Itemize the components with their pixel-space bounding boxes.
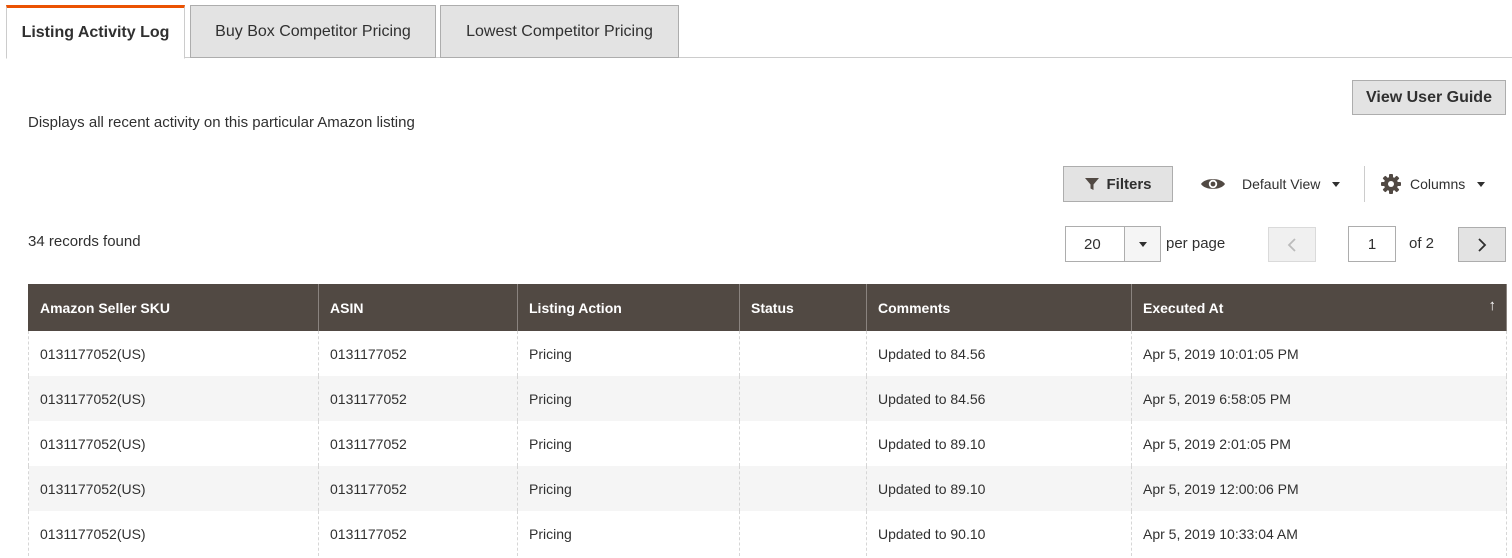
- chevron-down-icon: [1477, 181, 1486, 187]
- cell-comments: Updated to 90.10: [866, 511, 1132, 556]
- tab-bar: Listing Activity Log Buy Box Competitor …: [6, 5, 1512, 59]
- table-header-row: Amazon Seller SKU ASIN Listing Action St…: [28, 284, 1507, 331]
- table-row[interactable]: 0131177052(US) 0131177052 Pricing Update…: [28, 421, 1507, 466]
- table-row[interactable]: 0131177052(US) 0131177052 Pricing Update…: [28, 331, 1507, 376]
- columns-selector[interactable]: Columns: [1380, 166, 1486, 202]
- cell-sku: 0131177052(US): [28, 331, 319, 376]
- cell-comments: Updated to 84.56: [866, 331, 1132, 376]
- page-total: of 2: [1409, 235, 1435, 252]
- cell-executed-at: Apr 5, 2019 10:33:04 AM: [1131, 511, 1507, 556]
- per-page-select[interactable]: 20: [1065, 226, 1161, 262]
- table-row[interactable]: 0131177052(US) 0131177052 Pricing Update…: [28, 466, 1507, 511]
- cell-action: Pricing: [517, 331, 740, 376]
- cell-sku: 0131177052(US): [28, 511, 319, 556]
- cell-action: Pricing: [517, 421, 740, 466]
- column-header-listing-action[interactable]: Listing Action: [517, 284, 740, 331]
- chevron-down-icon: [1332, 181, 1341, 187]
- next-page-button[interactable]: [1458, 227, 1506, 262]
- page-description: Displays all recent activity on this par…: [28, 114, 415, 131]
- page-number-input[interactable]: [1348, 226, 1396, 262]
- cell-executed-at: Apr 5, 2019 10:01:05 PM: [1131, 331, 1507, 376]
- column-header-status[interactable]: Status: [739, 284, 867, 331]
- toolbar-divider: [1364, 166, 1365, 202]
- view-label: Default View: [1242, 176, 1321, 192]
- view-selector[interactable]: Default View: [1200, 166, 1341, 202]
- column-header-comments[interactable]: Comments: [866, 284, 1132, 331]
- cell-asin: 0131177052: [318, 511, 518, 556]
- cell-comments: Updated to 84.56: [866, 376, 1132, 421]
- cell-asin: 0131177052: [318, 331, 518, 376]
- column-header-sku[interactable]: Amazon Seller SKU: [28, 284, 319, 331]
- gear-icon: [1381, 174, 1401, 194]
- column-header-asin[interactable]: ASIN: [318, 284, 518, 331]
- columns-label: Columns: [1410, 176, 1466, 192]
- cell-status: [739, 421, 867, 466]
- cell-status: [739, 466, 867, 511]
- cell-asin: 0131177052: [318, 376, 518, 421]
- filters-button[interactable]: Filters: [1063, 166, 1173, 202]
- cell-sku: 0131177052(US): [28, 466, 319, 511]
- cell-comments: Updated to 89.10: [866, 421, 1132, 466]
- eye-icon: [1201, 179, 1225, 189]
- cell-status: [739, 511, 867, 556]
- per-page-dropdown-button[interactable]: [1124, 227, 1160, 261]
- chevron-left-icon: [1287, 237, 1296, 252]
- cell-executed-at: Apr 5, 2019 2:01:05 PM: [1131, 421, 1507, 466]
- cell-action: Pricing: [517, 376, 740, 421]
- records-count: 34 records found: [28, 233, 141, 250]
- column-header-executed-at[interactable]: Executed At ↑: [1131, 284, 1507, 331]
- tab-lowest-competitor-pricing[interactable]: Lowest Competitor Pricing: [440, 5, 679, 58]
- sort-ascending-icon[interactable]: ↑: [1489, 297, 1497, 314]
- tab-listing-activity-log[interactable]: Listing Activity Log: [6, 5, 185, 59]
- chevron-right-icon: [1478, 237, 1487, 252]
- view-user-guide-button[interactable]: View User Guide: [1352, 80, 1506, 115]
- cell-comments: Updated to 89.10: [866, 466, 1132, 511]
- cell-action: Pricing: [517, 511, 740, 556]
- chevron-down-icon: [1138, 241, 1147, 247]
- cell-executed-at: Apr 5, 2019 12:00:06 PM: [1131, 466, 1507, 511]
- table-row[interactable]: 0131177052(US) 0131177052 Pricing Update…: [28, 511, 1507, 556]
- table-row[interactable]: 0131177052(US) 0131177052 Pricing Update…: [28, 376, 1507, 421]
- tab-buy-box-competitor-pricing[interactable]: Buy Box Competitor Pricing: [190, 5, 436, 58]
- cell-executed-at: Apr 5, 2019 6:58:05 PM: [1131, 376, 1507, 421]
- activity-log-table: Amazon Seller SKU ASIN Listing Action St…: [28, 284, 1507, 556]
- per-page-value: 20: [1084, 235, 1101, 253]
- per-page-label: per page: [1166, 235, 1226, 252]
- cell-status: [739, 376, 867, 421]
- previous-page-button[interactable]: [1268, 227, 1316, 262]
- cell-asin: 0131177052: [318, 466, 518, 511]
- cell-sku: 0131177052(US): [28, 376, 319, 421]
- cell-action: Pricing: [517, 466, 740, 511]
- cell-sku: 0131177052(US): [28, 421, 319, 466]
- funnel-icon: [1085, 178, 1100, 190]
- cell-asin: 0131177052: [318, 421, 518, 466]
- filters-label: Filters: [1106, 175, 1152, 193]
- cell-status: [739, 331, 867, 376]
- executed-at-label: Executed At: [1143, 299, 1224, 316]
